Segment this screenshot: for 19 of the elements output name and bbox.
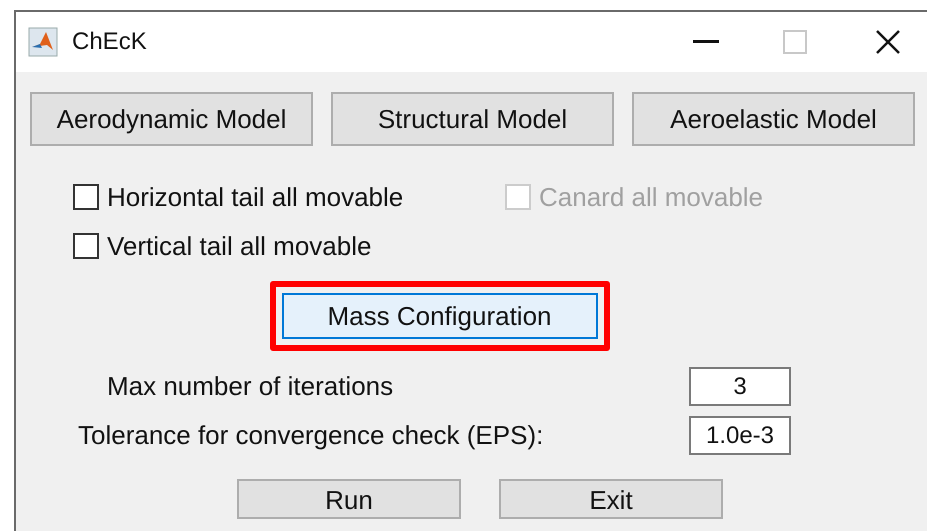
window-title: ChEcK xyxy=(72,27,147,57)
close-icon[interactable] xyxy=(875,29,901,55)
model-button[interactable]: Aeroelastic Model xyxy=(632,92,915,146)
checkbox-label: Canard all movable xyxy=(539,180,764,214)
model-button[interactable]: Aerodynamic Model xyxy=(30,92,313,146)
field-label: Tolerance for convergence check (EPS): xyxy=(77,419,544,452)
number-field[interactable]: 1.0e-3 xyxy=(689,416,791,455)
field-label: Max number of iterations xyxy=(106,370,394,403)
minimize-icon[interactable] xyxy=(693,40,719,44)
model-button[interactable]: Structural Model xyxy=(331,92,614,146)
checkbox-label: Vertical tail all movable xyxy=(107,230,372,262)
mass-configuration-button[interactable]: Mass Configuration xyxy=(282,293,598,339)
action-button[interactable]: Exit xyxy=(499,479,723,519)
checkbox[interactable] xyxy=(73,184,99,210)
matlab-logo-icon xyxy=(28,27,58,57)
checkbox[interactable] xyxy=(73,233,99,259)
number-field[interactable]: 3 xyxy=(689,367,791,406)
checkbox-label: Horizontal tail all movable xyxy=(107,180,404,214)
action-button[interactable]: Run xyxy=(237,479,461,519)
